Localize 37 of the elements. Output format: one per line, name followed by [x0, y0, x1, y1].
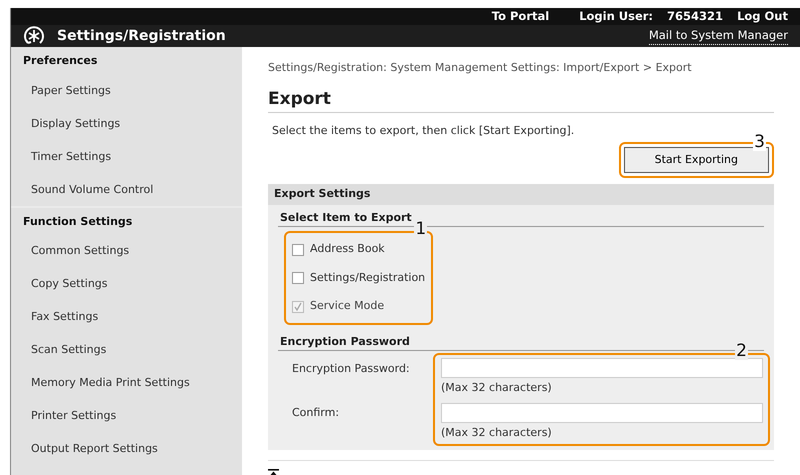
sidebar-section-title: Preferences: [22, 53, 98, 70]
checkbox-label: Service Mode: [310, 298, 384, 314]
checkbox-label: Address Book: [310, 241, 385, 258]
text-field[interactable]: [441, 358, 763, 378]
sidebar-section-title: Function Settings: [22, 214, 134, 230]
sidebar-item[interactable]: Scan Settings: [11, 333, 242, 366]
instruction-text: Select the items to export, then click [Start Exporting].: [271, 123, 576, 140]
breadcrumb-text: Settings/Registration: System Management Settings: Import/Export > Export: [268, 60, 693, 76]
portal-link[interactable]: To Portal: [492, 8, 550, 26]
sidebar-item[interactable]: Copy Settings: [11, 267, 242, 300]
page-title: Export: [268, 80, 774, 114]
sidebar-item[interactable]: Timer Settings: [11, 140, 242, 173]
checkbox[interactable]: [292, 244, 304, 256]
sidebar-item[interactable]: Paper Settings: [11, 74, 242, 107]
logout-link[interactable]: Log Out: [737, 8, 788, 26]
login-user-id: 7654321: [667, 8, 724, 25]
hint-text: (Max 32 characters): [440, 424, 553, 441]
field-label: Encryption Password:: [291, 361, 411, 378]
checkbox[interactable]: [292, 272, 304, 284]
hint-text: (Max 32 characters): [440, 380, 553, 396]
sidebar-item[interactable]: Printer Settings: [11, 399, 242, 432]
start-exporting-button[interactable]: Start Exporting: [624, 146, 769, 174]
sidebar-item[interactable]: Fax Settings: [11, 300, 242, 334]
sidebar-item[interactable]: Output Report Settings: [11, 432, 242, 466]
sidebar-item[interactable]: Sound Volume Control: [11, 172, 242, 206]
sidebar-item[interactable]: Memory Media Print Settings: [11, 366, 242, 400]
back-to-top-icon[interactable]: [268, 468, 279, 475]
checkbox-label: Settings/Registration: [310, 270, 426, 286]
text-field[interactable]: [441, 402, 763, 423]
login-label: Login User:: [579, 8, 654, 25]
field-label: Confirm:: [291, 404, 340, 421]
mail-link[interactable]: Mail to System Manager: [648, 27, 788, 46]
sidebar-item[interactable]: Common Settings: [11, 234, 242, 268]
panel-header: Export Settings: [268, 184, 774, 205]
sidebar-item[interactable]: Display Settings: [11, 106, 242, 140]
app-title: Settings/Registration: [57, 26, 226, 46]
callout-number: 3: [753, 134, 766, 151]
